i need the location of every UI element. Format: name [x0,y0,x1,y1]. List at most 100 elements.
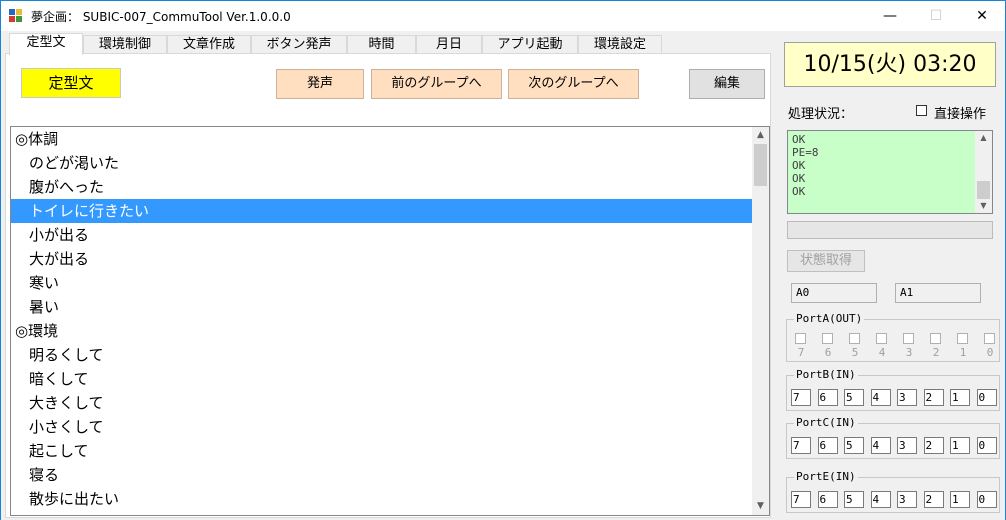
port-e-bit: 2 [923,491,944,508]
prev-group-button[interactable]: 前のグループへ [371,69,502,99]
port-e-group: PortE(IN) 76543210 [786,470,1000,513]
port-a-bit-label: 0 [986,346,994,359]
port-b-bit: 7 [791,389,811,406]
list-item[interactable]: 腹がへった [11,175,753,199]
list-item[interactable]: 寝る [11,463,753,487]
get-state-button: 状態取得 [787,250,865,272]
port-a-bit-label: 2 [932,346,940,359]
port-b-bit: 2 [923,389,944,406]
port-e-bit: 5 [844,491,864,508]
maximize-button: ☐ [929,8,943,24]
a0-field: A0 [791,283,877,303]
tab-text-compose[interactable]: 文章作成 [167,35,251,54]
port-c-group: PortC(IN) 76543210 [786,416,1000,459]
status-log-line: OK [792,172,806,185]
scroll-up-icon[interactable]: ▲ [975,131,992,145]
progress-bar [787,221,993,239]
status-log[interactable]: OK PE=8 OK OK OK ▲ ▼ [787,130,993,214]
port-c-bit: 5 [844,437,864,454]
port-c-bit: 3 [897,437,917,454]
port-c-bit: 2 [923,437,944,454]
port-a-bit-checkbox[interactable] [849,333,860,344]
tab-button-speech[interactable]: ボタン発声 [251,35,347,54]
list-item[interactable]: トイレに行きたい [11,199,753,223]
port-a-bit-label: 5 [851,346,859,359]
port-a-bit-checkbox[interactable] [903,333,914,344]
scroll-down-icon[interactable]: ▼ [975,199,992,213]
port-e-title: PortE(IN) [794,470,858,483]
port-b-bit: 1 [950,389,970,406]
direct-operation-checkbox[interactable] [916,105,927,116]
port-b-bit: 5 [844,389,864,406]
port-a-bit-checkbox[interactable] [876,333,887,344]
port-a-bit-label: 3 [905,346,913,359]
close-button[interactable]: ✕ [959,1,1005,31]
port-a-bit-checkbox[interactable] [930,333,941,344]
minimize-button[interactable]: — [867,1,913,31]
port-a-bit-checkbox[interactable] [795,333,806,344]
port-b-title: PortB(IN) [794,368,858,381]
app-icon [9,9,23,23]
phrase-list-scrollbar[interactable]: ▲ ▼ [752,127,769,515]
port-a-bit-label: 6 [824,346,832,359]
port-b-group: PortB(IN) 76543210 [786,368,1000,411]
main-panel: 定型文 環境制御 文章作成 ボタン発声 時間 月日 アプリ起動 環境設定 定型文… [0,31,778,520]
tab-phrases[interactable]: 定型文 [9,33,83,55]
next-group-button[interactable]: 次のグループへ [508,69,639,99]
scroll-up-icon[interactable]: ▲ [752,127,769,144]
status-log-scrollbar[interactable]: ▲ ▼ [975,131,992,213]
port-a-group: PortA(OUT) 7 6 5 4 3 2 1 0 [786,312,1000,362]
tab-time[interactable]: 時間 [347,35,416,54]
window-title: 夢企画： SUBIC-007_CommuTool Ver.1.0.0.0 [31,10,291,24]
clock-display: 10/15(火) 03:20 [784,42,996,87]
status-log-line: PE=8 [792,146,819,159]
list-group-header[interactable]: ◎体調 [11,127,753,151]
list-item[interactable]: 起こして [11,439,753,463]
title-bar: 夢企画： SUBIC-007_CommuTool Ver.1.0.0.0 — ☐… [0,0,1006,31]
port-a-title: PortA(OUT) [794,312,865,325]
list-item[interactable]: 暗くして [11,367,753,391]
list-item[interactable]: 散歩に出たい [11,487,753,511]
port-b-bit: 0 [976,389,997,406]
list-item[interactable]: 明るくして [11,343,753,367]
port-e-bit: 7 [791,491,811,508]
port-c-bit: 7 [791,437,811,454]
phrase-list[interactable]: ◎体調 のどが渇いた 腹がへった トイレに行きたい 小が出る 大が出る 寒い 暑い ◎環境 明るく… [10,126,770,516]
port-a-bit-label: 1 [959,346,967,359]
list-item[interactable]: 大きくして [11,391,753,415]
list-item[interactable]: 暑い [11,295,753,319]
port-a-bit-label: 4 [878,346,886,359]
scroll-thumb[interactable] [754,144,767,186]
scroll-down-icon[interactable]: ▼ [752,498,769,515]
tab-settings[interactable]: 環境設定 [578,35,662,54]
list-item[interactable]: 寒い [11,271,753,295]
port-b-bit: 6 [817,389,838,406]
port-a-bit-checkbox[interactable] [957,333,968,344]
tab-environment-control[interactable]: 環境制御 [83,35,167,54]
port-a-bit-checkbox[interactable] [822,333,833,344]
list-item[interactable]: 小さくして [11,415,753,439]
port-c-title: PortC(IN) [794,416,858,429]
port-c-bit: 6 [817,437,838,454]
list-group-header[interactable]: ◎環境 [11,319,753,343]
edit-button[interactable]: 編集 [689,69,765,99]
direct-operation-label[interactable]: 直接操作 [934,103,986,122]
port-b-bit: 3 [897,389,917,406]
status-panel: 10/15(火) 03:20 処理状況： 直接操作 OK PE=8 OK OK … [778,31,1006,520]
port-e-bit: 4 [870,491,891,508]
tab-content-phrases: 定型文 発声 前のグループへ 次のグループへ 編集 ◎体調 のどが渇いた 腹がへった… [5,53,771,518]
scroll-thumb[interactable] [977,181,990,199]
tab-app-launch[interactable]: アプリ起動 [482,35,578,54]
status-log-line: OK [792,185,806,198]
list-item[interactable]: 小が出る [11,223,753,247]
list-item[interactable]: 大が出る [11,247,753,271]
port-e-bit: 6 [817,491,838,508]
port-a-bit-label: 7 [797,346,805,359]
tab-date[interactable]: 月日 [416,35,482,54]
port-c-bit: 1 [950,437,970,454]
port-c-bit: 4 [870,437,891,454]
speak-button[interactable]: 発声 [276,69,364,99]
list-item[interactable]: のどが渇いた [11,151,753,175]
port-a-bit-checkbox[interactable] [984,333,995,344]
port-b-bit: 4 [870,389,891,406]
